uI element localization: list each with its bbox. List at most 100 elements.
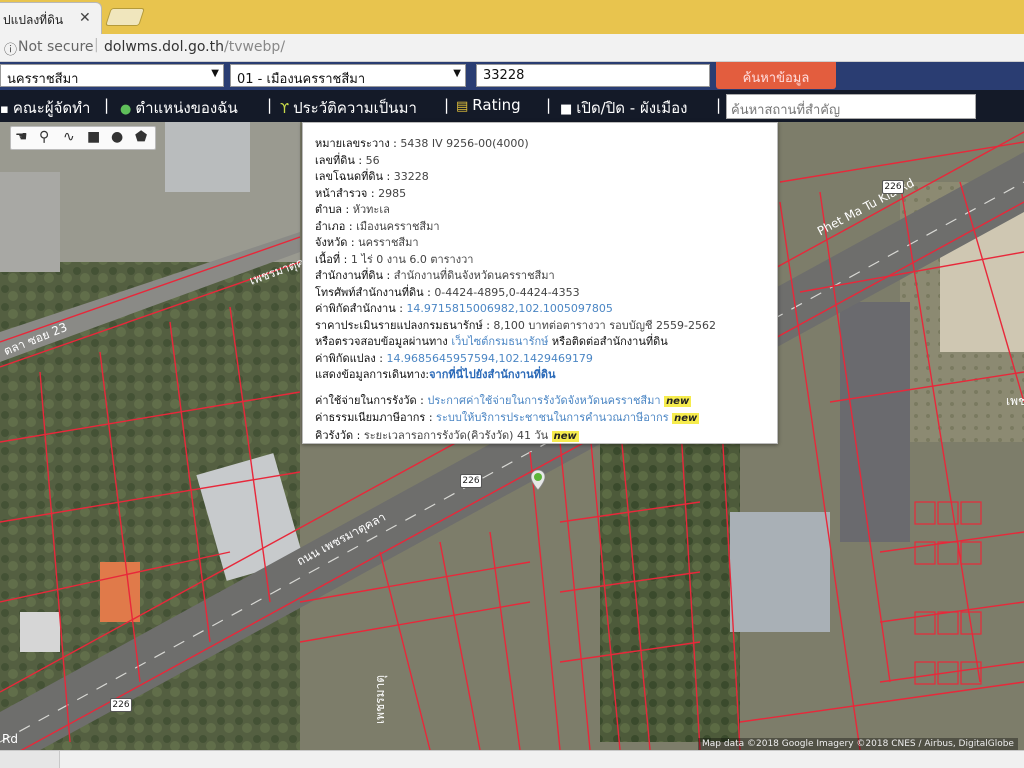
tab-title: ปแปลงที่ดิน <box>3 13 64 27</box>
treasury-website-link[interactable]: เว็บไซต์กรมธนารักษ์ <box>451 335 548 348</box>
dropdown-arrow-icon: ▼ <box>211 68 219 79</box>
field-label: ตำบล <box>315 203 343 216</box>
route-row: แสดงข้อมูลการเดินทาง:จากที่นี่ไปยังสำนัก… <box>315 367 765 384</box>
nav-my-location-label: ตำแหน่งของฉัน <box>135 99 238 117</box>
district-select[interactable]: 01 - เมืองนครราชสีมา ▼ <box>230 64 466 87</box>
list-icon: ▪ <box>0 102 9 117</box>
info-icon[interactable]: ⓘ <box>4 39 17 58</box>
parcel-number-input[interactable]: 33228 <box>476 64 710 87</box>
field-label: ค่าใช้จ่ายในการรังวัด <box>315 393 417 407</box>
draw-toolbar: ☚ ⚲ ∿ ■ ● ⬟ <box>10 126 156 150</box>
parcel-info-popup: หมายเลขระวาง : 5438 IV 9256-00(4000) เลข… <box>302 122 778 444</box>
place-search-input[interactable]: ค้นหาสถานที่สำคัญ <box>726 94 976 119</box>
parcel-coord-link[interactable]: 14.9685645957594,102.1429469179 <box>386 352 592 365</box>
field-label: แสดงข้อมูลการเดินทาง: <box>315 368 430 381</box>
tax-link[interactable]: ระบบให้บริการประชาชนในการคำนวณภาษีอากร <box>436 411 669 424</box>
hand-icon[interactable]: ☚ <box>15 129 28 145</box>
map-sheet-value: 5438 IV 9256-00(4000) <box>400 137 529 150</box>
check-row: หรือตรวจสอบข้อมูลผ่านทาง เว็บไซต์กรมธนาร… <box>315 334 765 351</box>
polygon-icon[interactable]: ⬟ <box>135 129 147 145</box>
field-label: หน้าสำรวจ <box>315 186 368 200</box>
office-coord-row: ค่าพิกัดสำนักงาน : 14.9715815006982,102.… <box>315 302 613 315</box>
office-coord-link[interactable]: 14.9715815006982,102.1005097805 <box>406 302 612 315</box>
circle-icon[interactable]: ● <box>111 129 123 145</box>
nav-zoning-label: เปิด/ปิด - ผังเมือง <box>576 99 688 117</box>
map-sheet-row: หมายเลขระวาง : 5438 IV 9256-00(4000) <box>315 137 529 150</box>
url-path: /tvwebp/ <box>223 39 286 55</box>
url-host: dolwms.dol.go.th <box>104 39 224 55</box>
field-label: เลขที่ดิน <box>315 153 355 167</box>
status-segment <box>0 751 60 768</box>
field-label: โทรศัพท์สำนักงานที่ดิน <box>315 285 424 299</box>
nav-divider: | <box>716 96 722 114</box>
tax-row: ค่าธรรมเนียมภาษีอากร : ระบบให้บริการประช… <box>315 411 700 424</box>
url-text[interactable]: dolwms.dol.go.th/tvwebp/ <box>104 39 285 55</box>
road-label-edge: เพช <box>1006 394 1024 408</box>
road-label-thai-3: เพชรมาตุ <box>373 674 388 725</box>
nav-history-label: ประวัติความเป็นมา <box>293 99 417 117</box>
survey-row: หน้าสำรวจ : 2985 <box>315 186 407 200</box>
field-label: คิวรังวัด <box>315 428 354 442</box>
checkbox-icon: ■ <box>560 102 573 117</box>
browser-tabstrip: ปแปลงที่ดิน ✕ <box>0 0 1024 34</box>
field-label: ค่าพิกัดสำนักงาน <box>315 302 396 315</box>
field-label: สำนักงานที่ดิน <box>315 269 384 282</box>
dropdown-arrow-icon: ▼ <box>453 68 461 79</box>
rectangle-icon[interactable]: ■ <box>87 129 100 145</box>
parcel-coord-row: ค่าพิกัดแปลง : 14.9685645957594,102.1429… <box>315 351 593 365</box>
province-select[interactable]: นครราชสีมา ▼ <box>0 64 224 87</box>
nav-divider: | <box>104 96 110 114</box>
browser-tab[interactable]: ปแปลงที่ดิน ✕ <box>0 2 102 34</box>
new-tab-button[interactable] <box>105 8 145 26</box>
nav-zoning-toggle[interactable]: ■ เปิด/ปิด - ผังเมือง <box>560 96 687 120</box>
field-label: ค่าพิกัดแปลง <box>315 351 376 365</box>
fee-row: ค่าใช้จ่ายในการรังวัด : ประกาศค่าใช้จ่าย… <box>315 393 692 407</box>
fee-link[interactable]: ประกาศค่าใช้จ่ายในการรังวัดจังหวัดนครราช… <box>427 394 660 407</box>
tambon-row: ตำบล : หัวทะเล <box>315 203 390 216</box>
nav-divider: | <box>444 96 450 114</box>
nav-rating-label: Rating <box>472 96 521 114</box>
security-status: Not secure <box>18 39 94 55</box>
queue-value: ระยะเวลารอการรังวัด(คิวรังวัด) 41 วัน <box>363 428 549 442</box>
nav-credits[interactable]: ▪ คณะผู้จัดทำ <box>0 96 90 120</box>
land-no-row: เลขที่ดิน : 56 <box>315 153 380 167</box>
price-value: 8,100 บาทต่อตารางวา รอบบัญชี 2559-2562 <box>493 318 716 332</box>
route-shield: 226 <box>110 698 132 712</box>
field-label: จังหวัด <box>315 236 348 249</box>
chart-icon: ▤ <box>456 99 469 114</box>
tambon-value: หัวทะเล <box>352 203 390 216</box>
top-nav: ▪ คณะผู้จัดทำ | ● ตำแหน่งของฉัน | ϒ ประวัติ… <box>0 90 1024 122</box>
polyline-icon[interactable]: ∿ <box>63 129 75 145</box>
address-bar[interactable]: ⓘ Not secure | dolwms.dol.go.th/tvwebp/ <box>0 34 1024 62</box>
close-icon[interactable]: ✕ <box>79 10 91 26</box>
province-value: นครราชสีมา <box>7 72 79 87</box>
nav-divider: | <box>546 96 552 114</box>
district-value: 01 - เมืองนครราชสีมา <box>237 72 366 87</box>
route-link[interactable]: จากที่นี่ไปยังสำนักงานที่ดิน <box>429 368 555 381</box>
marker-icon[interactable]: ⚲ <box>39 129 49 145</box>
nav-rating[interactable]: ▤ Rating <box>456 96 521 114</box>
province-value: นครราชสีมา <box>358 236 419 249</box>
parcel-number-value: 33228 <box>483 68 525 83</box>
field-label: ค่าธรรมเนียมภาษีอากร <box>315 411 426 424</box>
nav-divider: | <box>267 96 273 114</box>
nav-history[interactable]: ϒ ประวัติความเป็นมา <box>280 96 417 120</box>
check-suffix: หรือติดต่อสำนักงานที่ดิน <box>551 335 668 348</box>
amphoe-row: อำเภอ : เมืองนครราชสีมา <box>315 219 440 233</box>
deed-no-row: เลขโฉนดที่ดิน : 33228 <box>315 170 429 183</box>
office-value: สำนักงานที่ดินจังหวัดนครราชสีมา <box>393 269 555 282</box>
new-badge: new <box>672 413 700 424</box>
queue-row: คิวรังวัด : ระยะเวลารอการรังวัด(คิวรังวั… <box>315 428 579 442</box>
nav-credits-label: คณะผู้จัดทำ <box>12 99 91 117</box>
search-button[interactable]: ค้นหาข้อมูล <box>716 62 836 89</box>
office-row: สำนักงานที่ดิน : สำนักงานที่ดินจังหวัดนค… <box>315 269 555 282</box>
route-shield: 226 <box>882 180 904 194</box>
new-badge: new <box>551 430 579 442</box>
status-bar <box>0 750 1024 768</box>
parcel-marker-icon[interactable] <box>531 470 545 490</box>
amphoe-value: เมืองนครราชสีมา <box>356 219 440 233</box>
address-divider: | <box>94 37 99 53</box>
field-label: เลขโฉนดที่ดิน <box>315 170 383 183</box>
nav-my-location[interactable]: ● ตำแหน่งของฉัน <box>120 96 238 120</box>
